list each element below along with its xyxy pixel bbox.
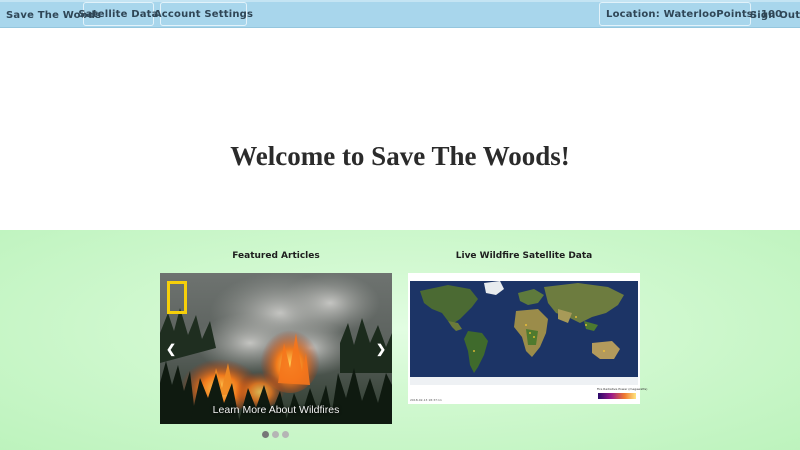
world-fire-map <box>408 273 640 404</box>
user-status-box: Location: Waterloo Points: 100 <box>599 2 782 26</box>
carousel-dot-1[interactable] <box>262 431 269 438</box>
content-panel: Featured Articles Live Wildfire Satellit… <box>0 230 800 450</box>
featured-articles-carousel[interactable]: ❮ ❯ Learn More About Wildfires <box>160 273 392 424</box>
wildfire-image <box>160 273 392 424</box>
satellite-data-heading: Live Wildfire Satellite Data <box>455 251 593 261</box>
account-settings-button[interactable]: Account Settings <box>154 2 253 26</box>
national-geographic-logo <box>167 281 187 314</box>
map-scale-label: Fire Radiative Power (megawatts) <box>597 387 648 391</box>
sign-out-button[interactable]: Sign Out <box>750 2 800 28</box>
map-date-label: 2018-02-13 18:37:11 <box>410 398 442 402</box>
carousel-caption[interactable]: Learn More About Wildfires <box>160 404 392 416</box>
welcome-section: Welcome to Save The Woods! <box>0 28 800 230</box>
brand-link[interactable]: Save The Woods <box>6 2 101 28</box>
chevron-left-icon[interactable]: ❮ <box>164 341 178 357</box>
satellite-data-button[interactable]: Satellite Data <box>78 2 158 26</box>
satellite-map-panel[interactable]: Fire Radiative Power (megawatts) 2018-02… <box>408 273 647 404</box>
page-title: Welcome to Save The Woods! <box>230 141 570 171</box>
location-label: Location: Waterloo <box>606 8 717 20</box>
chevron-right-icon[interactable]: ❯ <box>374 341 388 357</box>
carousel-dot-3[interactable] <box>282 431 289 438</box>
top-navbar: Save The Woods Satellite Data Account Se… <box>0 0 800 28</box>
carousel-dot-2[interactable] <box>272 431 279 438</box>
carousel-indicators <box>262 431 289 438</box>
featured-articles-heading: Featured Articles <box>232 251 320 261</box>
